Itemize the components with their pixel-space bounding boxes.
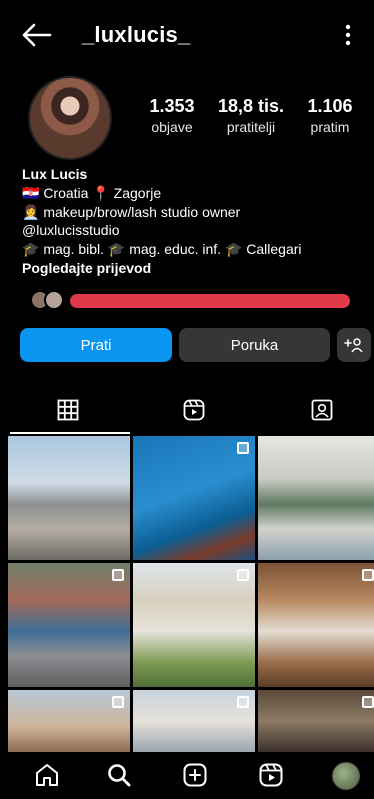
post-thumbnail[interactable] (133, 690, 255, 752)
multiple-posts-icon (362, 569, 374, 581)
post-thumbnail[interactable] (258, 690, 374, 752)
stat-following[interactable]: 1.106 pratim (298, 96, 362, 135)
multiple-posts-icon (362, 696, 374, 708)
multiple-posts-icon (112, 569, 124, 581)
multiple-posts-icon (112, 696, 124, 708)
post-thumbnail[interactable] (133, 436, 255, 560)
stat-following-value: 1.106 (307, 96, 353, 116)
bio-location: 🇭🇷 Croatia 📍 Zagorje (22, 184, 162, 201)
stat-posts[interactable]: 1.353 objave (140, 96, 204, 135)
create-icon[interactable] (182, 762, 208, 788)
redaction-bar (70, 294, 350, 308)
bio-occupation: 👩‍💼 makeup/brow/lash studio owner (22, 203, 241, 220)
reels-tab-icon[interactable] (182, 398, 206, 422)
back-arrow-icon[interactable] (22, 22, 52, 48)
stat-followers-value: 18,8 tis. (217, 96, 285, 116)
profile-bio: Lux Lucis 🇭🇷 Croatia 📍 Zagorje 👩‍💼 makeu… (22, 165, 362, 278)
bio-studio-link[interactable]: @luxlucisstudio (22, 221, 362, 240)
multiple-posts-icon (237, 696, 249, 708)
stat-followers-label: pratitelji (226, 119, 276, 135)
home-icon[interactable] (34, 762, 60, 788)
bio-education: 🎓 mag. bibl. 🎓 mag. educ. inf. 🎓 Callega… (22, 241, 302, 258)
post-thumbnail[interactable] (8, 690, 130, 752)
post-thumbnail[interactable] (133, 563, 255, 687)
multiple-posts-icon (237, 569, 249, 581)
search-icon[interactable] (106, 762, 132, 788)
top-bar: _luxlucis_ (0, 0, 374, 72)
more-vertical-icon[interactable] (340, 22, 356, 48)
follow-button[interactable]: Prati (20, 328, 172, 362)
post-thumbnail[interactable] (258, 436, 374, 560)
profile-avatar[interactable] (28, 76, 112, 160)
followed-by-row[interactable] (30, 290, 350, 312)
profile-tabs (0, 390, 374, 434)
stat-posts-label: objave (151, 119, 193, 135)
grid-icon[interactable] (56, 398, 80, 422)
add-person-icon (344, 338, 363, 353)
translate-link[interactable]: Pogledajte prijevod (22, 259, 362, 278)
bottom-navigation (0, 752, 374, 799)
message-button[interactable]: Poruka (179, 328, 330, 362)
profile-username: _luxlucis_ (82, 22, 191, 47)
post-thumbnail[interactable] (258, 563, 374, 687)
stat-followers[interactable]: 18,8 tis. pratitelji (212, 96, 290, 135)
multiple-posts-icon (237, 442, 249, 454)
active-tab-indicator (10, 432, 130, 434)
profile-name: Lux Lucis (22, 166, 88, 182)
suggested-users-button[interactable] (337, 328, 371, 362)
stat-posts-value: 1.353 (149, 96, 195, 116)
stat-following-label: pratim (310, 119, 350, 135)
post-thumbnail[interactable] (8, 436, 130, 560)
reels-icon[interactable] (258, 762, 284, 788)
tagged-icon[interactable] (310, 398, 334, 422)
post-thumbnail[interactable] (8, 563, 130, 687)
profile-nav-avatar[interactable] (332, 762, 360, 790)
follower-avatar (44, 290, 64, 310)
